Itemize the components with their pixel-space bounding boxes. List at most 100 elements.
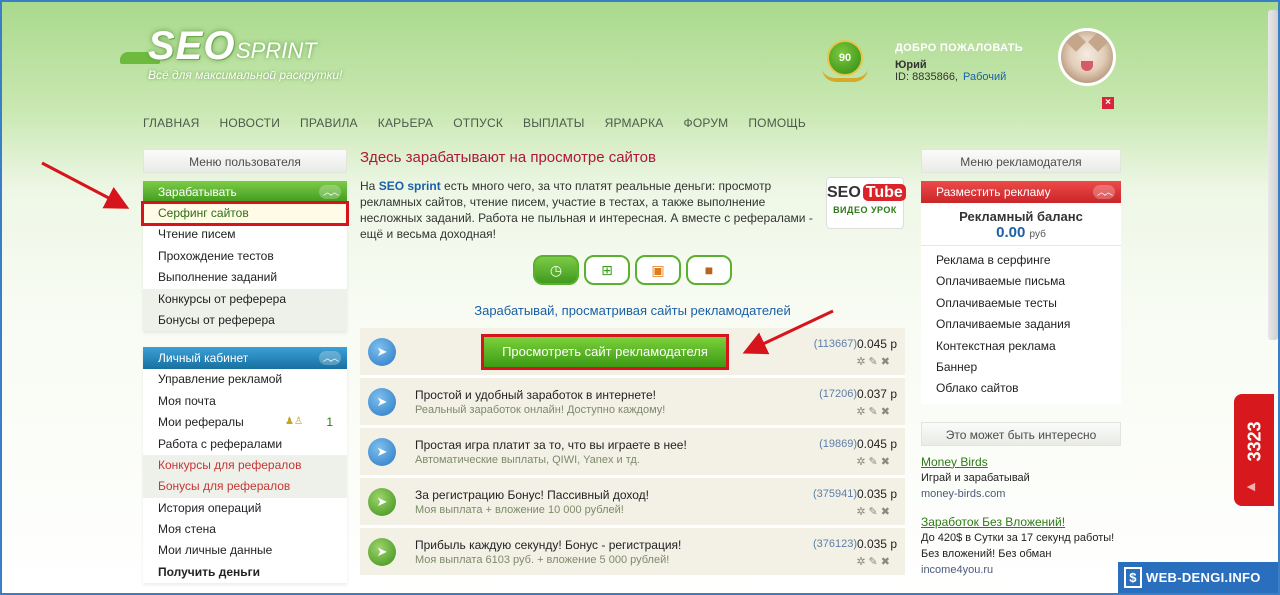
cursor-icon[interactable]: ➤ xyxy=(368,488,396,516)
ad-row: ➤ Прибыль каждую секунду! Бонус - регист… xyxy=(360,528,905,578)
promo-ad-url[interactable]: income4you.ru xyxy=(921,562,1121,578)
logo-sprint-text: SPRINT xyxy=(236,38,317,63)
level-value: 90 xyxy=(827,40,863,76)
menu-my-wall[interactable]: Моя стена xyxy=(143,519,347,540)
cabinet-header[interactable]: Личный кабинет ︿︿ xyxy=(143,347,347,370)
user-level-badge[interactable]: 90 xyxy=(822,40,868,86)
menu-reading-mail[interactable]: Чтение писем xyxy=(143,224,347,245)
menu-my-mail[interactable]: Моя почта xyxy=(143,391,347,412)
referrals-count: 1 xyxy=(326,415,333,430)
welcome-title: ДОБРО ПОЖАЛОВАТЬ xyxy=(895,42,1023,54)
advertiser-items: Реклама в серфинге Оплачиваемые письма О… xyxy=(921,246,1121,404)
cursor-icon[interactable]: ➤ xyxy=(368,388,396,416)
mail-tab-plus-icon[interactable]: ⊞ xyxy=(584,255,630,285)
menu-context-ads[interactable]: Контекстная реклама xyxy=(921,336,1121,357)
menu-tasks[interactable]: Выполнение заданий xyxy=(143,267,347,288)
seotube-logo: SEO Tube xyxy=(827,184,906,202)
nav-forum[interactable]: ФОРУМ xyxy=(684,116,729,130)
earn-header-label: Зарабатывать xyxy=(158,185,237,199)
ad-desc: Моя выплата + вложение 10 000 рублей! xyxy=(415,504,624,516)
page-title: Здесь зарабатывают на просмотре сайтов xyxy=(360,149,656,166)
nav-news[interactable]: НОВОСТИ xyxy=(219,116,280,130)
user-menu-title: Меню пользователя xyxy=(143,149,347,173)
chevron-up-icon[interactable]: ︿︿ xyxy=(1093,185,1115,199)
menu-paid-tests[interactable]: Оплачиваемые тесты xyxy=(921,293,1121,314)
ad-title[interactable]: Прибыль каждую секунду! Бонус - регистра… xyxy=(415,538,681,552)
promo-ad-title[interactable]: Заработок Без Вложений! xyxy=(921,514,1121,530)
page-scrollbar[interactable] xyxy=(1268,10,1278,340)
cursor-icon[interactable]: ➤ xyxy=(368,538,396,566)
menu-referrer-contests[interactable]: Конкурсы от реферера xyxy=(143,288,347,310)
view-advertiser-site-button[interactable]: Просмотреть сайт рекламодателя xyxy=(481,334,729,370)
interest-title: Это может быть интересно xyxy=(921,421,1121,446)
nav-payouts[interactable]: ВЫПЛАТЫ xyxy=(523,116,585,130)
cursor-icon[interactable]: ➤ xyxy=(368,438,396,466)
seotube-video-button[interactable]: SEO Tube ВИДЕО УРОК xyxy=(826,177,906,229)
nav-rules[interactable]: ПРАВИЛА xyxy=(300,116,358,130)
ad-row: ➤ Простая игра платит за то, что вы игра… xyxy=(360,428,905,478)
surfing-tab-clock-icon[interactable]: ◷ xyxy=(533,255,579,285)
menu-referral-bonuses[interactable]: Бонусы для рефералов xyxy=(143,476,347,498)
ad-price: 0.045 р xyxy=(856,437,897,451)
menu-history[interactable]: История операций xyxy=(143,498,347,519)
menu-referral-contests[interactable]: Конкурсы для рефералов xyxy=(143,454,347,477)
ad-list: ➤ Просмотреть сайт рекламодателя (113667… xyxy=(360,328,905,578)
chevron-up-icon[interactable]: ︿︿ xyxy=(319,351,341,366)
nav-career[interactable]: КАРЬЕРА xyxy=(378,116,433,130)
menu-banner[interactable]: Баннер xyxy=(921,357,1121,378)
feedback-counter-widget[interactable]: 3323 ◄ xyxy=(1234,394,1274,506)
ad-view-count: (113667) xyxy=(813,338,857,350)
ad-tools-icons[interactable]: ✲✎✖ xyxy=(856,505,893,518)
cat-ear-left xyxy=(1066,32,1086,52)
avatar[interactable] xyxy=(1058,28,1116,86)
place-ad-section: Разместить рекламу ︿︿ Рекламный баланс 0.… xyxy=(921,181,1121,404)
menu-personal-data[interactable]: Мои личные данные xyxy=(143,540,347,561)
watermark: $ WEB-DENGI.INFO xyxy=(1118,562,1278,593)
nav-help[interactable]: ПОМОЩЬ xyxy=(748,116,806,130)
promo-ad-url[interactable]: money-birds.com xyxy=(921,486,1121,502)
ad-view-count: (376123) xyxy=(812,538,857,550)
advertiser-menu-title: Меню рекламодателя xyxy=(921,149,1121,173)
menu-referrer-bonuses[interactable]: Бонусы от реферера xyxy=(143,309,347,332)
menu-my-referrals[interactable]: Мои рефералы ♟♙ 1 xyxy=(143,412,347,433)
site-logo[interactable]: SEO SPRINT Всё для максимальной раскрутк… xyxy=(120,22,360,82)
nav-fair[interactable]: ЯРМАРКА xyxy=(605,116,664,130)
ad-balance: Рекламный баланс 0.00 руб xyxy=(921,203,1121,246)
earn-header[interactable]: Зарабатывать ︿︿ xyxy=(143,181,347,203)
ad-tools-icons[interactable]: ✲✎✖ xyxy=(856,405,893,418)
menu-site-cloud[interactable]: Облако сайтов xyxy=(921,378,1121,399)
menu-surf-ads[interactable]: Реклама в серфинге xyxy=(921,250,1121,271)
menu-ad-management[interactable]: Управление рекламой xyxy=(143,369,347,390)
ad-tools-icons[interactable]: ✲✎✖ xyxy=(856,355,893,368)
nav-vacation[interactable]: ОТПУСК xyxy=(453,116,503,130)
menu-my-referrals-label: Мои рефералы xyxy=(158,415,244,430)
menu-paid-mail[interactable]: Оплачиваемые письма xyxy=(921,271,1121,292)
tests-tab-clipboard-icon[interactable]: ▣ xyxy=(635,255,681,285)
ad-title[interactable]: За регистрацию Бонус! Пассивный доход! xyxy=(415,488,649,502)
user-menu: Меню пользователя Зарабатывать ︿︿ Серфинг… xyxy=(141,149,349,584)
seotube-seo: SEO xyxy=(827,184,861,201)
ad-tools-icons[interactable]: ✲✎✖ xyxy=(856,455,893,468)
ad-tools-icons[interactable]: ✲✎✖ xyxy=(856,555,893,568)
menu-get-money[interactable]: Получить деньги xyxy=(143,562,347,583)
menu-surfing[interactable]: Серфинг сайтов xyxy=(141,200,349,227)
menu-tests[interactable]: Прохождение тестов xyxy=(143,246,347,267)
cursor-icon[interactable]: ➤ xyxy=(368,338,396,366)
ad-title[interactable]: Простая игра платит за то, что вы играет… xyxy=(415,438,687,452)
promo-ad-title[interactable]: Money Birds xyxy=(921,454,1121,470)
menu-referral-work[interactable]: Работа с рефералами xyxy=(143,434,347,455)
chevron-up-icon[interactable]: ︿︿ xyxy=(319,185,341,199)
earn-type-tabs: ◷ ⊞ ▣ ■ xyxy=(533,255,737,285)
ad-row: ➤ Просмотреть сайт рекламодателя (113667… xyxy=(360,328,905,378)
ad-price: 0.035 р xyxy=(856,537,897,551)
watermark-text: WEB-DENGI.INFO xyxy=(1146,570,1261,585)
menu-paid-tasks[interactable]: Оплачиваемые задания xyxy=(921,314,1121,335)
promo-ad-desc: До 420$ в Сутки за 17 секунд работы! Без… xyxy=(921,531,1115,560)
user-status-link[interactable]: Рабочий xyxy=(963,71,1006,83)
nav-home[interactable]: ГЛАВНАЯ xyxy=(143,116,199,130)
ad-title[interactable]: Простой и удобный заработок в интернете! xyxy=(415,388,656,402)
place-ad-header[interactable]: Разместить рекламу ︿︿ xyxy=(921,181,1121,203)
tasks-tab-briefcase-icon[interactable]: ■ xyxy=(686,255,732,285)
ad-desc: Автоматические выплаты, QIWI, Yanex и тд… xyxy=(415,454,640,466)
close-icon[interactable]: × xyxy=(1102,97,1114,109)
